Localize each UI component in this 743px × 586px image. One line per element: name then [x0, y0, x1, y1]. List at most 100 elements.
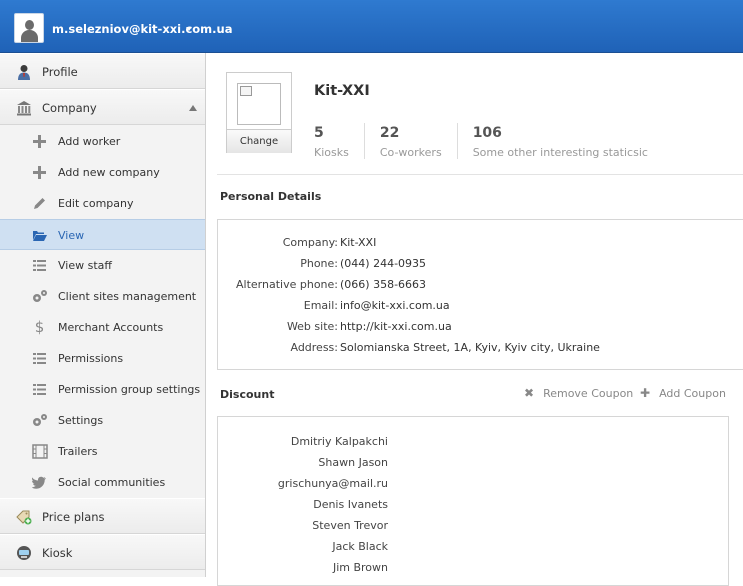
remove-coupon-label: Remove Coupon: [543, 386, 634, 400]
broken-image-icon: [240, 86, 252, 96]
stat-caption: Kiosks: [314, 146, 349, 159]
detail-label: Web site:: [286, 320, 338, 333]
detail-value: (044) 244-0935: [340, 257, 427, 270]
sidebar-item-label: Profile: [42, 65, 78, 79]
sidebar-item-edit-company[interactable]: Edit company: [0, 188, 205, 219]
stat-co-workers: 22 Co-workers: [363, 123, 457, 159]
sidebar-item-social-communities[interactable]: Social communities: [0, 467, 205, 498]
detail-label: Email:: [303, 299, 338, 312]
close-icon: ✖: [524, 386, 535, 400]
divider: [217, 174, 743, 175]
sidebar-item-add-worker[interactable]: Add worker: [0, 126, 205, 157]
company-logo-box: Change: [226, 72, 292, 153]
personal-details-title: Personal Details: [220, 190, 322, 203]
sidebar-item-label: Merchant Accounts: [58, 321, 164, 334]
stat-kiosks: 5 Kiosks: [314, 123, 364, 159]
sidebar-item-label: Trailers: [58, 445, 98, 458]
sidebar-item-price-plans[interactable]: Price plans: [0, 498, 205, 534]
kiosk-icon: [17, 546, 31, 560]
add-coupon-button[interactable]: ✚ Add Coupon: [640, 386, 726, 400]
stat-value: 106: [472, 125, 502, 141]
user-avatar-icon[interactable]: [14, 13, 44, 43]
film-icon: [32, 444, 48, 459]
detail-value[interactable]: http://kit-xxi.com.ua: [340, 320, 452, 333]
stat-caption: Some other interesting staticsic: [472, 146, 648, 159]
sidebar-item-permission-group-settings[interactable]: Permission group settings: [0, 374, 205, 405]
detail-value: Solomianska Street, 1A, Kyiv, Kyiv city,…: [340, 341, 600, 354]
company-name: Kit-XXI: [314, 83, 370, 99]
company-stats: 5 Kiosks 22 Co-workers 106 Some other in…: [314, 123, 663, 163]
sidebar-item-label: Price plans: [42, 510, 105, 524]
stat-other: 106 Some other interesting staticsic: [456, 123, 663, 159]
personal-details-panel: Company: Kit-XXI Phone: (044) 244-0935 A…: [217, 219, 743, 370]
detail-row-alternative-phone: Alternative phone: (066) 358-6663: [218, 278, 743, 294]
list-icon: [32, 258, 47, 273]
plus-icon: ✚: [640, 386, 651, 400]
discount-name: grischunya@mail.ru: [277, 477, 388, 490]
detail-row-address: Address: Solomianska Street, 1A, Kyiv, K…: [218, 341, 743, 357]
stat-caption: Co-workers: [379, 146, 442, 159]
sidebar-item-add-new-company[interactable]: Add new company: [0, 157, 205, 188]
stat-value: 5: [314, 125, 324, 141]
detail-row-company: Company: Kit-XXI: [218, 236, 743, 252]
sidebar-item-trailers[interactable]: Trailers: [0, 436, 205, 467]
sidebar-item-label: Add worker: [58, 135, 121, 148]
gears-icon: [32, 413, 47, 428]
sidebar-item-company[interactable]: Company: [0, 89, 205, 125]
sidebar-item-settings[interactable]: Settings: [0, 405, 205, 436]
sidebar-item-kiosk[interactable]: Kiosk: [0, 534, 205, 570]
detail-row-email: Email: info@kit-xxi.com.ua: [218, 299, 743, 315]
discount-name: Shawn Jason: [318, 456, 388, 469]
dollar-icon: $: [34, 318, 45, 336]
plus-icon: [32, 165, 47, 180]
username-menu[interactable]: m.selezniov@kit-xxi.com.ua: [52, 22, 232, 36]
detail-row-phone: Phone: (044) 244-0935: [218, 257, 743, 273]
discount-name: Denis Ivanets: [313, 498, 388, 511]
remove-coupon-button[interactable]: ✖ Remove Coupon: [524, 386, 633, 400]
discount-panel: Dmitriy Kalpakchi Shawn Jason grischunya…: [217, 416, 729, 586]
detail-label: Alternative phone:: [236, 278, 338, 291]
detail-label: Address:: [290, 341, 338, 354]
change-logo-button[interactable]: Change: [227, 129, 291, 153]
top-bar: m.selezniov@kit-xxi.com.ua: [0, 0, 743, 53]
sidebar-item-profile[interactable]: Profile: [0, 53, 205, 89]
list-icon: [32, 382, 47, 397]
plus-icon: [32, 134, 47, 149]
sidebar-item-label: Settings: [58, 414, 104, 427]
bank-icon: [17, 101, 31, 116]
sidebar-item-label: Social communities: [58, 476, 166, 489]
discount-title: Discount: [220, 388, 275, 401]
sidebar-item-label: View: [58, 229, 85, 242]
sidebar-item-permissions[interactable]: Permissions: [0, 343, 205, 374]
pencil-icon: [32, 196, 47, 211]
chevron-up-icon[interactable]: [189, 105, 197, 111]
add-coupon-label: Add Coupon: [659, 386, 726, 400]
gears-icon: [32, 289, 47, 304]
sidebar-item-view[interactable]: View: [0, 219, 205, 250]
detail-label: Company:: [282, 236, 338, 249]
sidebar-item-label: Edit company: [58, 197, 134, 210]
sidebar-item-view-staff[interactable]: View staff: [0, 250, 205, 281]
discount-name: Dmitriy Kalpakchi: [290, 435, 388, 448]
detail-value[interactable]: info@kit-xxi.com.ua: [340, 299, 450, 312]
sidebar-item-label: View staff: [58, 259, 112, 272]
discount-name: Jim Brown: [332, 561, 388, 574]
sidebar-item-label: Permissions: [58, 352, 124, 365]
sidebar-item-client-sites-management[interactable]: Client sites management: [0, 281, 205, 312]
detail-value: (066) 358-6663: [340, 278, 427, 291]
detail-value: Kit-XXI: [340, 236, 377, 249]
sidebar-item-label: Client sites management: [58, 290, 197, 303]
chevron-down-icon[interactable]: [186, 27, 192, 31]
sidebar: Profile Company Add worker Add new compa…: [0, 53, 206, 577]
user-tie-icon: [18, 65, 30, 80]
sidebar-item-label: Permission group settings: [58, 383, 201, 396]
price-tag-icon: [16, 510, 32, 525]
sidebar-item-merchant-accounts[interactable]: $ Merchant Accounts: [0, 312, 205, 343]
sidebar-item-label: Company: [42, 101, 97, 115]
twitter-icon: [31, 475, 47, 490]
detail-row-website: Web site: http://kit-xxi.com.ua: [218, 320, 743, 336]
company-logo-image: [237, 83, 281, 125]
stat-value: 22: [379, 125, 400, 141]
list-icon: [32, 351, 47, 366]
main-content: Change Kit-XXI 5 Kiosks 22 Co-workers 10…: [207, 53, 743, 586]
